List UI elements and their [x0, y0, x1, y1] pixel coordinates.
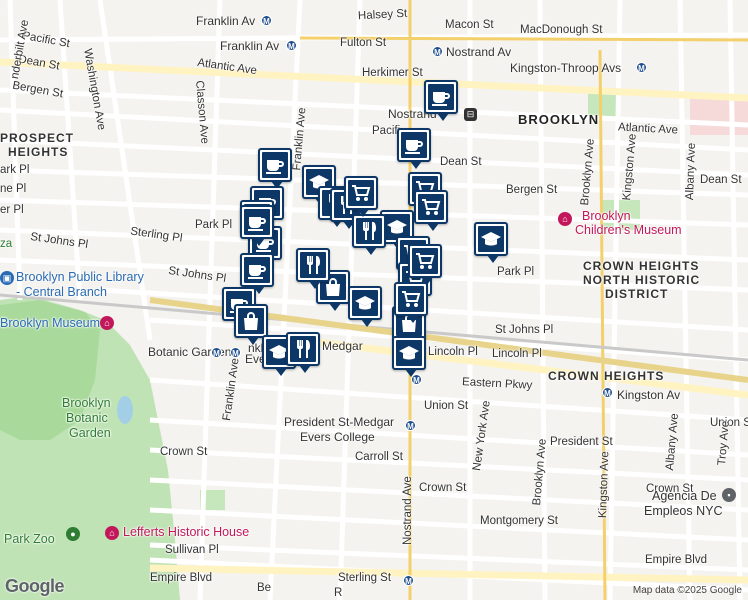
label-lincoln-pl-1: Lincoln Pl [428, 346, 478, 358]
label-st-johns-pl-e: St Johns Pl [495, 324, 554, 336]
map-canvas[interactable]: BROOKLYN PROSPECT HEIGHTS CROWN HEIGHTS … [0, 0, 748, 600]
label-medgar-near: Medgar [322, 339, 363, 353]
label-crown-heights-north-3: DISTRICT [605, 287, 669, 301]
label-botanic-garden-2: Botanic [66, 411, 108, 425]
library-icon: ▣ [0, 271, 14, 285]
label-macon-st: Macon St [445, 19, 494, 31]
subway-station-icon: M [286, 40, 297, 51]
label-empire-blvd-w: Empire Blvd [150, 572, 212, 584]
label-carroll-st: Carroll St [355, 451, 403, 463]
label-crown-st-mid: Crown St [419, 482, 467, 494]
label-macdonough-st: MacDonough St [520, 24, 603, 36]
label-sterling-st: Sterling St [338, 572, 392, 584]
subway-station-icon: M [211, 347, 222, 358]
label-prospect-heights-2: HEIGHTS [8, 145, 69, 159]
poi-brooklyn-museum[interactable]: Brooklyn Museum [0, 317, 100, 330]
label-ne-pl: ne Pl [0, 183, 27, 195]
map-marker-cart[interactable] [394, 282, 428, 323]
label-botanic-garden-1: Brooklyn [62, 396, 111, 410]
label-franklin-av-station: Franklin Av [196, 14, 256, 28]
label-botanic-garden-3: Garden [69, 426, 111, 440]
label-union-st: Union St [424, 400, 469, 412]
label-crown-heights-north-1: CROWN HEIGHTS [583, 259, 700, 273]
poi-agencia-2[interactable]: Empleos NYC [644, 505, 723, 518]
label-crown-heights-north-2: NORTH HISTORIC [583, 273, 701, 287]
google-logo: Google [5, 576, 65, 596]
label-dean-st-mid: Dean St [440, 156, 482, 168]
poi-agencia-1[interactable]: Agencia De [652, 490, 717, 503]
map-marker-cup[interactable] [258, 148, 292, 189]
poi-lefferts[interactable]: Lefferts Historic House [123, 526, 249, 539]
map-marker-cup[interactable] [240, 253, 274, 294]
label-empire-blvd-e: Empire Blvd [645, 554, 707, 566]
map-marker-cup[interactable] [397, 128, 431, 169]
label-park-w-edge: ark Pl [0, 164, 30, 176]
label-rogers-trunc: R [334, 587, 343, 599]
label-albany-ave-upper: Albany Ave [684, 142, 698, 201]
map-marker-cart[interactable] [408, 244, 442, 285]
label-president-st-medgar: President St-Medgar [284, 415, 395, 429]
label-kingston-av-station: Kingston Av [617, 388, 681, 402]
museum-icon: ⌂ [558, 212, 572, 226]
label-park-pl-w: Park Pl [195, 219, 233, 231]
poi-library-2[interactable]: - Central Branch [16, 286, 107, 299]
label-plaza: za [0, 238, 13, 250]
label-nostrand-av-top: Nostrand Av [446, 45, 512, 59]
map-attribution: Map data ©2025 Google [632, 585, 742, 596]
subway-station-icon: M [230, 347, 241, 358]
map-marker-school[interactable] [474, 222, 508, 263]
label-park-pl-e: Park Pl [497, 266, 535, 278]
label-kingston-throop: Kingston-Throop Avs [510, 61, 622, 75]
label-prospect-heights-1: PROSPECT [0, 131, 75, 145]
poi-library-1[interactable]: Brooklyn Public Library [16, 271, 144, 284]
label-crown-st-w: Crown St [160, 446, 208, 458]
subway-station-icon: M [403, 575, 414, 586]
subway-station-icon: M [405, 420, 416, 431]
label-montgomery-st: Montgomery St [480, 515, 558, 527]
office-icon: ▪ [722, 488, 736, 502]
museum-icon: ⌂ [105, 526, 119, 540]
map-marker-cup[interactable] [240, 205, 274, 246]
map-marker-bag[interactable] [234, 304, 268, 345]
poi-childrens-museum-2[interactable]: Children's Museum [575, 224, 682, 237]
map-marker-dining[interactable] [296, 248, 330, 289]
subway-station-icon: M [432, 46, 443, 57]
label-evers-college: Evers College [300, 430, 375, 444]
label-er-pl: er Pl [0, 204, 24, 216]
zoo-icon: ● [66, 527, 80, 541]
train-station-icon: ⊟ [464, 108, 477, 121]
label-lincoln-pl-2: Lincoln Pl [492, 348, 542, 360]
label-bedford-trunc: Be [257, 582, 272, 594]
label-franklin-av-2: Franklin Av [220, 39, 280, 53]
subway-station-icon: M [261, 15, 272, 26]
map-marker-dining[interactable] [352, 214, 386, 255]
poi-park-zoo[interactable]: Park Zoo [4, 532, 55, 547]
label-crown-heights: CROWN HEIGHTS [548, 369, 665, 383]
label-nostrand-ave-v: Nostrand Ave [402, 476, 414, 545]
map-marker-cart[interactable] [344, 176, 378, 217]
map-marker-school[interactable] [348, 286, 382, 327]
map-marker-cup[interactable] [424, 80, 458, 121]
label-brooklyn: BROOKLYN [518, 112, 600, 127]
label-sullivan-pl: Sullivan Pl [165, 544, 219, 556]
label-president-st: President St [550, 436, 613, 448]
poi-childrens-museum-1[interactable]: Brooklyn [582, 210, 631, 223]
map-marker-dining[interactable] [286, 332, 320, 373]
subway-station-icon: M [602, 387, 613, 398]
map-marker-school[interactable] [392, 336, 426, 377]
label-dean-st-e: Dean St [700, 174, 742, 186]
label-herkimer-st: Herkimer St [362, 67, 423, 79]
label-pacific-mid: Pacifi [372, 125, 401, 137]
subway-station-icon: M [636, 62, 647, 73]
label-bergen-st-e: Bergen St [506, 184, 558, 196]
museum-icon: ⌂ [100, 316, 114, 330]
map-marker-cart[interactable] [414, 190, 448, 231]
label-kingston-ave: Kingston Ave [597, 451, 612, 519]
label-fulton-st: Fulton St [340, 37, 387, 49]
